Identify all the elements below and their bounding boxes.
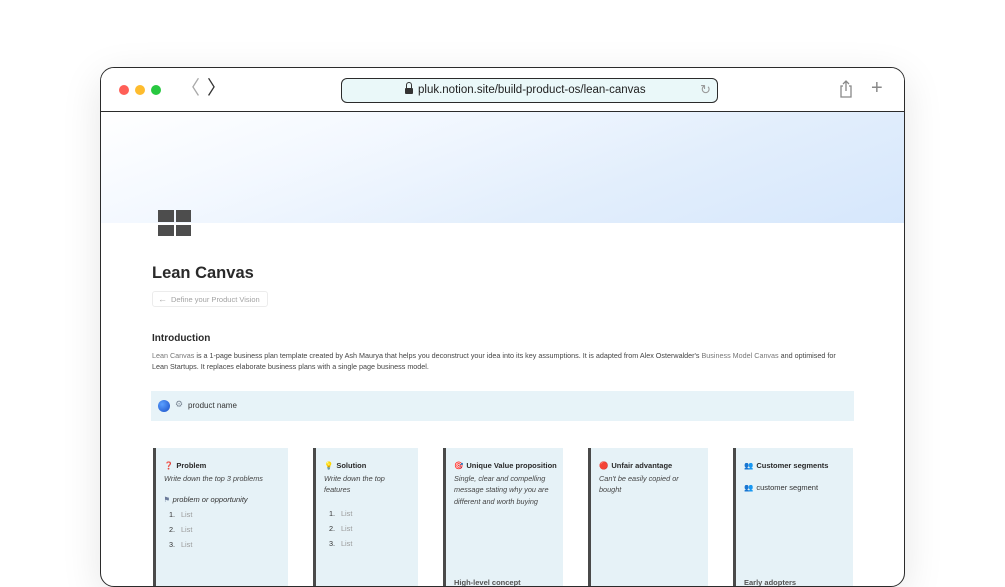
introduction-paragraph: Lean Canvas is a 1-page business plan te…: [152, 350, 852, 372]
list-item[interactable]: 1. List: [169, 507, 192, 522]
red-circle-icon: 🔴: [599, 461, 609, 470]
page-cover: [101, 112, 904, 223]
url-text: pluk.notion.site/build-product-os/lean-c…: [418, 84, 646, 96]
new-tab-button[interactable]: +: [871, 78, 883, 98]
browser-window: 〈 〉 pluk.notion.site/build-product-os/le…: [100, 67, 905, 587]
lock-icon: [405, 82, 413, 96]
card-customer-segments[interactable]: 👥 Customer segments 👥 customer segment Ear…: [733, 448, 853, 587]
card-problem-subtitle: Write down the top 3 problems: [164, 474, 263, 483]
property-icon: ⚙: [175, 399, 184, 409]
target-icon: 🎯: [454, 461, 464, 470]
back-button[interactable]: 〈: [181, 79, 200, 99]
card-uvp-title: 🎯 Unique Value proposition: [454, 461, 557, 470]
list-item[interactable]: 2. List: [169, 522, 192, 537]
card-unfair-advantage-subtitle: Can't be easily copied or bought: [599, 474, 679, 495]
backlink-label: Define your Product Vision: [171, 295, 260, 304]
card-unique-value-proposition[interactable]: 🎯 Unique Value proposition Single, clear …: [443, 448, 563, 587]
list-item[interactable]: 1. List: [329, 506, 352, 521]
early-adopters-heading: Early adopters: [744, 578, 797, 587]
problem-tag[interactable]: ⚑ problem or opportunity: [164, 495, 248, 504]
minimize-window-button[interactable]: [135, 85, 145, 95]
card-problem-title: ❓ Problem: [164, 461, 207, 470]
business-model-canvas-link[interactable]: Business Model Canvas: [702, 351, 779, 360]
card-unfair-advantage-title: 🔴 Unfair advantage: [599, 461, 673, 470]
problem-list: 1. List 2. List 3. List: [169, 507, 192, 552]
browser-toolbar: 〈 〉 pluk.notion.site/build-product-os/le…: [101, 68, 904, 112]
page-title: Lean Canvas: [152, 264, 254, 282]
address-bar[interactable]: pluk.notion.site/build-product-os/lean-c…: [341, 78, 718, 103]
people-icon: 👥: [744, 483, 754, 492]
list-item[interactable]: 3. List: [329, 536, 352, 551]
arrow-left-icon: ←: [158, 294, 167, 304]
people-icon: 👥: [744, 461, 754, 470]
forward-button[interactable]: 〉: [207, 79, 226, 99]
customer-segment-tag[interactable]: 👥 customer segment: [744, 483, 818, 492]
reload-icon[interactable]: ↻: [700, 83, 711, 97]
card-solution[interactable]: 💡 Solution Write down the top features 1.…: [313, 448, 418, 586]
card-customer-segments-title: 👥 Customer segments: [744, 461, 829, 470]
intro-text-1: is a 1-page business plan template creat…: [194, 351, 702, 360]
list-item[interactable]: 2. List: [329, 521, 352, 536]
product-name-text: product name: [188, 401, 237, 410]
introduction-heading: Introduction: [152, 333, 211, 344]
share-icon[interactable]: [839, 80, 853, 98]
zoom-window-button[interactable]: [151, 85, 161, 95]
globe-icon: [158, 400, 170, 412]
high-level-concept-heading: High-level concept: [454, 578, 521, 587]
dashboard-grid-icon[interactable]: [158, 210, 191, 236]
card-solution-title: 💡 Solution: [324, 461, 367, 470]
close-window-button[interactable]: [119, 85, 129, 95]
lean-canvas-link[interactable]: Lean Canvas: [152, 351, 194, 360]
card-solution-subtitle: Write down the top features: [324, 474, 385, 495]
card-problem[interactable]: ❓ Problem Write down the top 3 problems ⚑…: [153, 448, 288, 586]
list-item[interactable]: 3. List: [169, 537, 192, 552]
solution-list: 1. List 2. List 3. List: [329, 506, 352, 551]
card-uvp-subtitle: Single, clear and compelling message sta…: [454, 474, 549, 506]
flag-icon: ⚑: [164, 495, 170, 504]
product-name-callout[interactable]: ⚙ product name: [151, 391, 854, 421]
question-icon: ❓: [164, 461, 174, 470]
card-unfair-advantage[interactable]: 🔴 Unfair advantage Can't be easily copied…: [588, 448, 708, 586]
lightbulb-icon: 💡: [324, 461, 334, 470]
backlink-define-product-vision[interactable]: ← Define your Product Vision: [152, 291, 268, 307]
